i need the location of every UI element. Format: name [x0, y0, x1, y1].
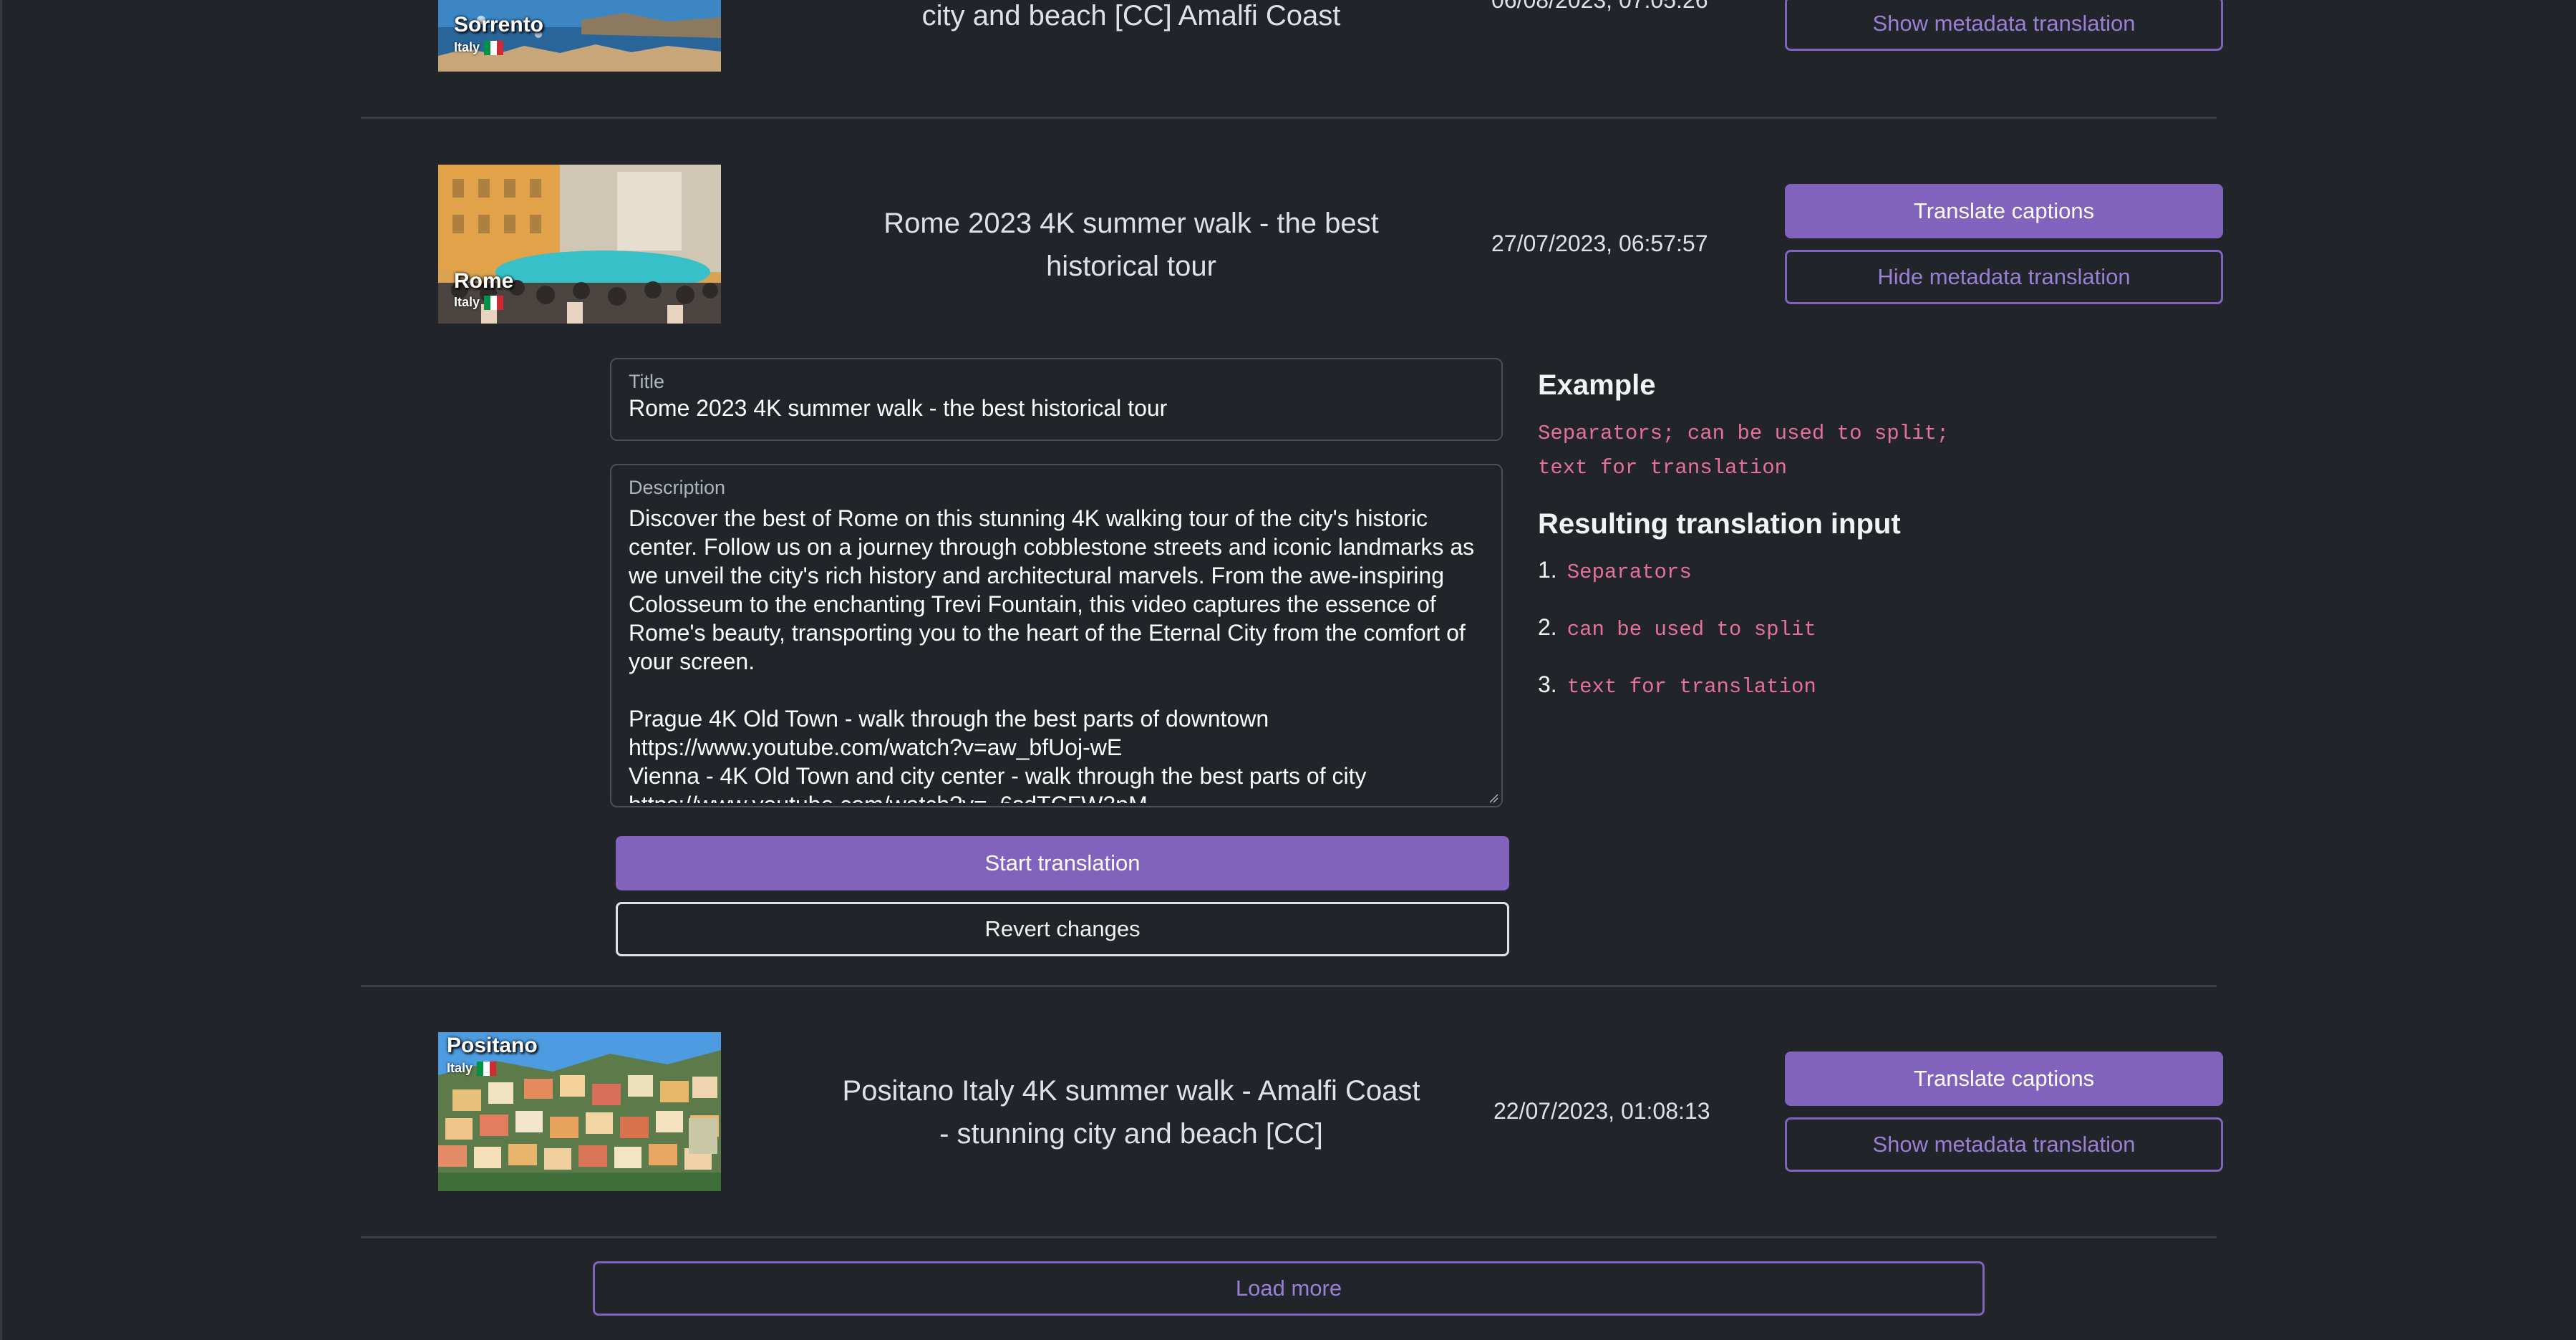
- result-item-code: can be used to split: [1567, 618, 1816, 641]
- show-metadata-translation-button[interactable]: Show metadata translation: [1785, 0, 2223, 51]
- resize-handle-icon[interactable]: [1488, 793, 1498, 803]
- description-field-label: Description: [629, 477, 726, 498]
- thumbnail-city-label: Sorrento: [454, 13, 544, 37]
- thumbnail-country-text: Italy: [454, 295, 480, 309]
- video-date: 27/07/2023, 06:57:57: [1491, 230, 1708, 257]
- video-date-text: 27/07/2023, 06:57:57: [1491, 230, 1708, 256]
- video-date-text: 22/07/2023, 01:08:13: [1493, 1098, 1710, 1124]
- result-list-item: 3. text for translation: [1538, 671, 1816, 699]
- title-field[interactable]: Title Rome 2023 4K summer walk - the bes…: [610, 358, 1503, 441]
- result-item-code: Separators: [1567, 560, 1692, 584]
- start-translation-button[interactable]: Start translation: [616, 836, 1509, 890]
- italy-flag-icon: [477, 1061, 497, 1076]
- video-date: 06/08/2023, 07:05:26: [1491, 0, 1708, 14]
- video-thumbnail-rome[interactable]: Rome Italy: [438, 165, 721, 324]
- thumbnail-country-label: Italy: [454, 40, 504, 55]
- result-list-item: 2. can be used to split: [1538, 614, 1816, 641]
- translate-captions-button[interactable]: Translate captions: [1785, 1052, 2223, 1106]
- example-code: Separators; can be used to split; text f…: [1538, 422, 1950, 480]
- video-title[interactable]: Rome 2023 4K summer walk - the best hist…: [838, 202, 1425, 288]
- video-title[interactable]: Positano Italy 4K summer walk - Amalfi C…: [838, 1069, 1425, 1155]
- page-edge: [0, 0, 2, 1340]
- result-item-number: 2.: [1538, 614, 1557, 640]
- example-heading: Example: [1538, 369, 1656, 401]
- row-divider: [361, 1236, 2217, 1238]
- load-more-button[interactable]: Load more: [593, 1261, 1985, 1316]
- translate-captions-button[interactable]: Translate captions: [1785, 184, 2223, 238]
- thumbnail-country-label: Italy: [447, 1061, 497, 1076]
- thumbnail-city-label: Positano: [447, 1034, 538, 1057]
- video-thumbnail-sorrento[interactable]: Sorrento Italy: [438, 0, 721, 72]
- description-textarea[interactable]: Discover the best of Rome on this stunni…: [629, 504, 1487, 803]
- video-thumbnail-positano[interactable]: Positano Italy: [438, 1032, 721, 1191]
- thumbnail-city-label: Rome: [454, 269, 514, 293]
- row-divider: [361, 985, 2217, 987]
- result-item-number: 3.: [1538, 671, 1557, 697]
- title-input[interactable]: Rome 2023 4K summer walk - the best hist…: [629, 395, 1484, 422]
- hide-metadata-translation-button[interactable]: Hide metadata translation: [1785, 250, 2223, 304]
- result-item-code: text for translation: [1567, 675, 1816, 699]
- italy-flag-icon: [484, 295, 504, 310]
- title-field-label: Title: [629, 371, 665, 392]
- thumbnail-country-text: Italy: [454, 40, 480, 54]
- thumbnail-country-text: Italy: [447, 1061, 473, 1075]
- revert-changes-button[interactable]: Revert changes: [616, 902, 1509, 956]
- resulting-translation-input-heading: Resulting translation input: [1538, 508, 1901, 540]
- show-metadata-translation-button[interactable]: Show metadata translation: [1785, 1117, 2223, 1172]
- video-title[interactable]: city and beach [CC] Amalfi Coast: [838, 0, 1425, 37]
- thumbnail-country-label: Italy: [454, 295, 504, 310]
- result-list-item: 1. Separators: [1538, 557, 1692, 584]
- video-date: 22/07/2023, 01:08:13: [1493, 1098, 1710, 1125]
- row-divider: [361, 117, 2217, 119]
- result-item-number: 1.: [1538, 557, 1557, 583]
- italy-flag-icon: [484, 40, 504, 55]
- description-field[interactable]: Description Discover the best of Rome on…: [610, 464, 1503, 807]
- video-date-text: 06/08/2023, 07:05:26: [1491, 0, 1708, 13]
